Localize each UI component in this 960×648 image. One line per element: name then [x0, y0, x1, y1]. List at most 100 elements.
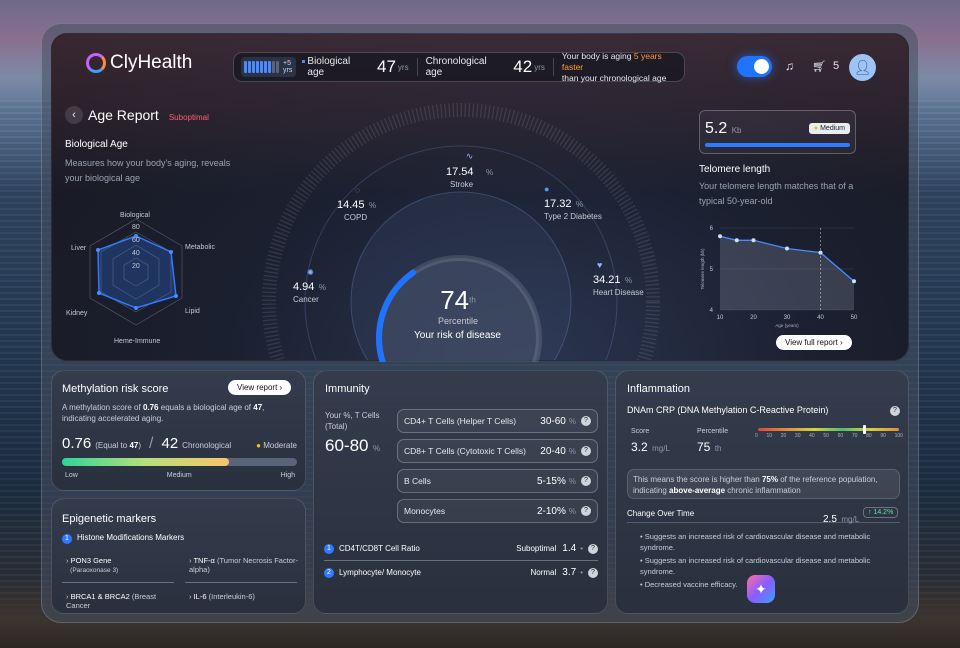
brand-logo[interactable]: ClyHealth — [86, 52, 192, 74]
age-bars-icon: +5 yrs — [241, 57, 297, 77]
telomere-badge: ● Medium — [808, 123, 850, 134]
score-label: Score — [631, 428, 650, 435]
x-tick-label: 40 — [817, 315, 824, 321]
crp-scale-tick: 90 — [880, 433, 886, 439]
methylation-score: 0.76 — [62, 435, 92, 452]
cart-count: 5 — [832, 60, 840, 72]
drop-icon: ● — [544, 184, 550, 194]
x-tick-label: 10 — [717, 315, 724, 321]
histone-section[interactable]: 1 Histone Modifications Markers — [62, 533, 184, 544]
chrono-value: 42 — [161, 435, 179, 452]
cell-icon: ✺ — [307, 268, 314, 277]
crp-scale — [758, 425, 899, 434]
lungs-icon: ◌ — [355, 186, 360, 195]
change-value: 2.5 — [823, 514, 837, 525]
page-title: Age Report — [88, 107, 159, 123]
gauge-suffix: th — [469, 295, 476, 305]
cart-icon: 🛒︎ — [812, 61, 826, 73]
crp-scale-tick: 50 — [823, 433, 829, 439]
radar-tick: 60 — [132, 237, 140, 244]
ratio-lymph-mono[interactable]: 2 Lymphocyte/ Monocyte Normal 3.7 •? — [324, 567, 598, 578]
ai-assistant-button[interactable]: ✦ — [747, 575, 775, 603]
risk-diabetes[interactable]: ● 17.32 % Type 2 Diabetes — [544, 184, 602, 221]
crp-scale-tick: 40 — [809, 433, 815, 439]
risk-copd[interactable]: ◌ 14.45 % COPD — [337, 186, 376, 222]
change-label: Change Over Time — [627, 509, 695, 518]
help-icon[interactable]: ? — [890, 406, 900, 416]
y-tick-label: 4 — [710, 308, 714, 314]
methylation-desc: A methylation score of 0.76 equals a bio… — [62, 403, 265, 423]
risk-stroke[interactable]: ∿ 17.54 % Stroke — [446, 151, 493, 189]
radar-axis-heme-immune: Heme-Immune — [114, 338, 160, 345]
view-full-report-button[interactable]: View full report › — [776, 335, 852, 350]
brand-name: ClyHealth — [110, 52, 193, 73]
bio-age-label: Biological age — [307, 56, 351, 78]
risk-cancer[interactable]: ✺ 4.94 % Cancer — [293, 268, 326, 304]
methylation-heading: Methylation risk score — [62, 383, 169, 395]
marker-item[interactable]: › IL-6 (Interleukin-6) — [189, 592, 299, 601]
data-point — [734, 238, 739, 243]
radar-tick: 80 — [132, 224, 140, 231]
y-axis-label: Telomere length (kb) — [700, 248, 705, 290]
gauge-value: 74 — [440, 285, 470, 315]
immunity-row-cd8[interactable]: CD8+ T Cells (Cytotoxic T Cells) 20-40%? — [397, 439, 598, 463]
marker-item[interactable]: › TNF-α (Tumor Necrosis Factor-alpha) — [189, 556, 299, 574]
methylation-panel: Methylation risk score View report › A m… — [51, 370, 306, 491]
telomere-heading: Telomere length — [699, 164, 771, 175]
radar-axis-liver: Liver — [71, 245, 87, 252]
ratio-cd4-cd8[interactable]: 1 CD4T/CD8T Cell Ratio Suboptimal 1.4 •? — [324, 543, 598, 554]
back-button[interactable]: ‹ — [65, 106, 83, 124]
bio-age-desc: Measures how your body's aging, reveals … — [65, 158, 231, 183]
age-summary-pill: +5 yrs Biological age 47 yrs Chronologica… — [233, 50, 685, 83]
data-point — [751, 238, 756, 243]
immunity-row-cd4[interactable]: CD4+ T Cells (Helper T Cells) 30-60%? — [397, 409, 598, 433]
epigenetic-panel: Epigenetic markers 1 Histone Modification… — [51, 498, 306, 614]
bell-icon[interactable]: ♫ — [785, 59, 794, 73]
radar-tick: 20 — [132, 263, 140, 270]
user-avatar[interactable]: 👤︎ — [849, 54, 876, 81]
x-tick-label: 20 — [750, 315, 757, 321]
bio-age-unit: yrs — [397, 62, 409, 72]
crp-note: This means the score is higher than 75% … — [627, 469, 900, 499]
moon-icon — [754, 59, 769, 74]
radar-chart: Biological Metabolic Lipid Heme-Immune K… — [66, 212, 215, 345]
status-badge: Suboptimal — [168, 113, 209, 122]
crp-scale-tick: 100 — [894, 433, 903, 439]
gauge-caption: Your risk of disease — [414, 330, 501, 341]
y-tick-label: 6 — [710, 226, 714, 232]
radar-tick: 40 — [132, 250, 140, 257]
radar-axis-lipid: Lipid — [185, 308, 200, 315]
change-badge: ↑ 14.2% — [863, 507, 899, 518]
marker-item[interactable]: › BRCA1 & BRCA2 (Breast Cancer — [66, 592, 176, 610]
crp-scale-tick: 30 — [794, 433, 801, 439]
radar-axis-kidney: Kidney — [66, 310, 88, 317]
crp-scale-tick: 0 — [755, 433, 758, 439]
marker-item[interactable]: › PON3 Gene (Paraoxonase 3) — [66, 556, 176, 574]
theme-toggle[interactable] — [737, 56, 772, 77]
logo-icon — [86, 53, 106, 73]
data-point — [718, 234, 722, 239]
chrono-age-value: 42 — [513, 57, 533, 76]
gauge-readout: 74th Percentile — [408, 285, 508, 326]
aging-text: Your body is aging 5 years faster than yo… — [561, 50, 667, 83]
percentile-label: Percentile — [697, 428, 729, 435]
cart-button[interactable]: 🛒︎ 5 — [812, 60, 839, 73]
view-report-button[interactable]: View report › — [228, 380, 292, 395]
telomere-unit: Kb — [731, 126, 742, 135]
inflammation-heading: Inflammation — [627, 383, 690, 395]
immunity-row-monocytes[interactable]: Monocytes 2-10%%? — [397, 499, 598, 523]
x-axis-label: Age (years) — [775, 323, 799, 328]
risk-heart[interactable]: ♥ 34.21 % Heart Disease — [593, 260, 644, 297]
x-tick-label: 30 — [784, 315, 791, 321]
sparkle-icon: ✦ — [755, 580, 767, 597]
telomere-value: 5.2 — [705, 120, 728, 137]
crp-scale-tick: 20 — [780, 433, 787, 439]
methylation-bar — [62, 458, 297, 466]
data-point — [785, 246, 789, 251]
gauge-label: Percentile — [437, 316, 479, 326]
immunity-row-b-cells[interactable]: B Cells 5-15%%? — [397, 469, 598, 493]
bio-age-value: 47 — [376, 57, 396, 76]
epigenetic-heading: Epigenetic markers — [62, 513, 157, 525]
crp-score: 3.2 — [631, 440, 648, 454]
chrono-age-unit: yrs — [534, 62, 545, 72]
